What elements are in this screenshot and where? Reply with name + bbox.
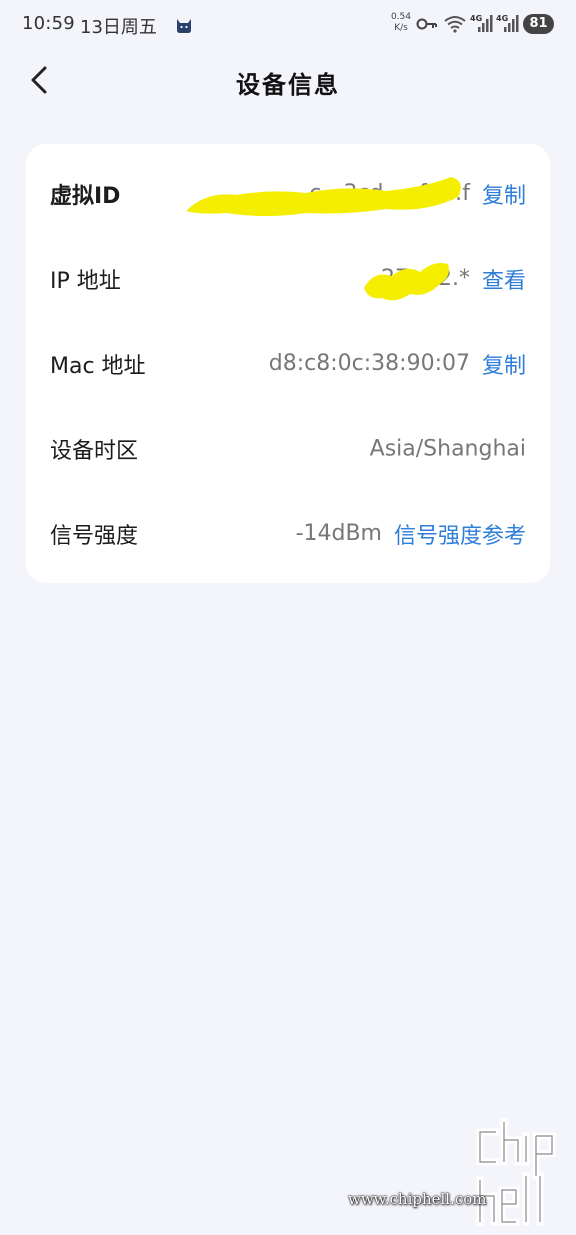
cat-icon — [177, 19, 191, 33]
virtual-id-value: c…3cd…efa…f — [309, 181, 470, 206]
network-speed-value: 0.54 — [390, 12, 412, 22]
chiphell-logo — [476, 1118, 556, 1226]
mac-address-label: Mac 地址 — [50, 353, 146, 379]
status-date: 13日周五 — [80, 17, 157, 38]
battery-indicator: 81 — [523, 14, 554, 34]
copy-virtual-id-button[interactable]: 复制 — [482, 178, 526, 210]
info-row-ip-address: IP 地址 27.…2.* 查看 — [26, 236, 550, 321]
ip-address-label: IP 地址 — [50, 268, 121, 294]
header: 设备信息 — [0, 50, 576, 112]
timezone-label: 设备时区 — [50, 438, 139, 464]
timezone-value: Asia/Shanghai — [369, 436, 526, 461]
chiphell-watermark: www.chiphell.com — [346, 1118, 566, 1228]
info-row-virtual-id: 虚拟ID c…3cd…efa…f 复制 — [26, 151, 550, 236]
ip-address-value: 27.…2.* — [381, 266, 470, 291]
signal-strength-icon-2: 4G — [496, 12, 520, 34]
signal-strength-value-group: -14dBm 信号强度参考 — [296, 518, 526, 550]
signal-strength-label: 信号强度 — [50, 523, 139, 549]
virtual-id-label: 虚拟ID — [50, 183, 121, 209]
info-row-signal-strength: 信号强度 -14dBm 信号强度参考 — [26, 491, 550, 576]
virtual-id-value-group: c…3cd…efa…f 复制 — [309, 178, 526, 210]
signal-strength-reference-link[interactable]: 信号强度参考 — [394, 518, 526, 550]
watermark-url: www.chiphell.com — [348, 1190, 487, 1208]
timezone-value-group: Asia/Shanghai — [370, 436, 526, 461]
page-title: 设备信息 — [236, 71, 340, 99]
signal-network-label: 4G — [470, 14, 483, 23]
signal-strength-value: -14dBm — [295, 521, 382, 546]
status-time: 10:59 — [22, 13, 75, 34]
wifi-icon — [444, 16, 466, 33]
signal-network-label-2: 4G — [496, 14, 509, 23]
key-icon — [416, 18, 437, 30]
view-ip-address-button[interactable]: 查看 — [482, 263, 526, 295]
device-info-card: 虚拟ID c…3cd…efa…f 复制 IP 地址 27.…2.* 查看 Mac… — [26, 144, 550, 583]
network-speed-unit: K/s — [394, 23, 408, 33]
copy-mac-address-button[interactable]: 复制 — [482, 348, 526, 380]
signal-strength-icon: 4G — [470, 12, 494, 34]
info-row-mac-address: Mac 地址 d8:c8:0c:38:90:07 复制 — [26, 321, 550, 406]
status-bar: 10:59 13日周五 0.54 K/s 4G 4G 81 — [0, 0, 576, 50]
mac-address-value: d8:c8:0c:38:90:07 — [268, 351, 470, 376]
network-speed: 0.54 K/s — [389, 12, 413, 34]
ip-address-value-group: 27.…2.* 查看 — [381, 263, 526, 295]
mac-address-value-group: d8:c8:0c:38:90:07 复制 — [269, 348, 526, 380]
info-row-timezone: 设备时区 Asia/Shanghai — [26, 406, 550, 491]
